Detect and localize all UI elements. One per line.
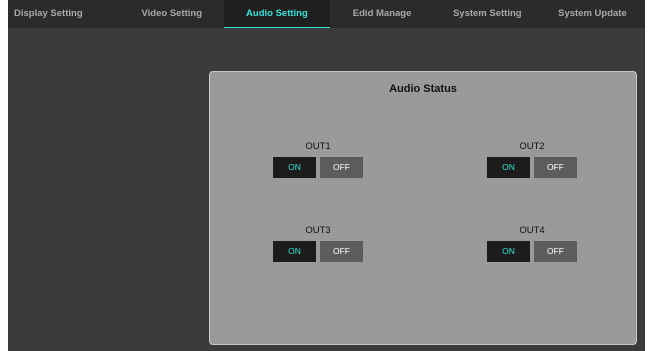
out3-on-button[interactable]: ON — [273, 241, 316, 262]
toggle-row: ON OFF — [472, 241, 592, 262]
out4-off-button[interactable]: OFF — [534, 241, 577, 262]
tab-system-setting[interactable]: System Setting — [435, 0, 540, 28]
tab-audio-setting[interactable]: Audio Setting — [224, 0, 330, 28]
output-label: OUT1 — [305, 141, 331, 152]
output-label: OUT2 — [519, 141, 545, 152]
out2-off-button[interactable]: OFF — [534, 157, 577, 178]
tab-system-update[interactable]: System Update — [540, 0, 645, 28]
toggle-row: ON OFF — [258, 157, 378, 178]
tab-edid-manage[interactable]: Edid Manage — [330, 0, 435, 28]
output-group-out1: OUT1 ON OFF — [258, 141, 378, 178]
toggle-row: ON OFF — [472, 157, 592, 178]
panel-title: Audio Status — [389, 83, 457, 95]
out1-on-button[interactable]: ON — [273, 157, 316, 178]
toggle-row: ON OFF — [258, 241, 378, 262]
audio-status-panel: Audio Status OUT1 ON OFF OUT2 ON OFF OUT… — [209, 71, 637, 345]
app-window: Display Setting Video Setting Audio Sett… — [8, 0, 645, 351]
output-group-out4: OUT4 ON OFF — [472, 225, 592, 262]
out2-on-button[interactable]: ON — [487, 157, 530, 178]
output-group-out3: OUT3 ON OFF — [258, 225, 378, 262]
tab-video-setting[interactable]: Video Setting — [119, 0, 224, 28]
out3-off-button[interactable]: OFF — [320, 241, 363, 262]
output-label: OUT3 — [305, 225, 331, 236]
tab-bar: Display Setting Video Setting Audio Sett… — [8, 0, 645, 28]
output-group-out2: OUT2 ON OFF — [472, 141, 592, 178]
out1-off-button[interactable]: OFF — [320, 157, 363, 178]
tab-display-setting[interactable]: Display Setting — [8, 0, 119, 28]
out4-on-button[interactable]: ON — [487, 241, 530, 262]
output-label: OUT4 — [519, 225, 545, 236]
